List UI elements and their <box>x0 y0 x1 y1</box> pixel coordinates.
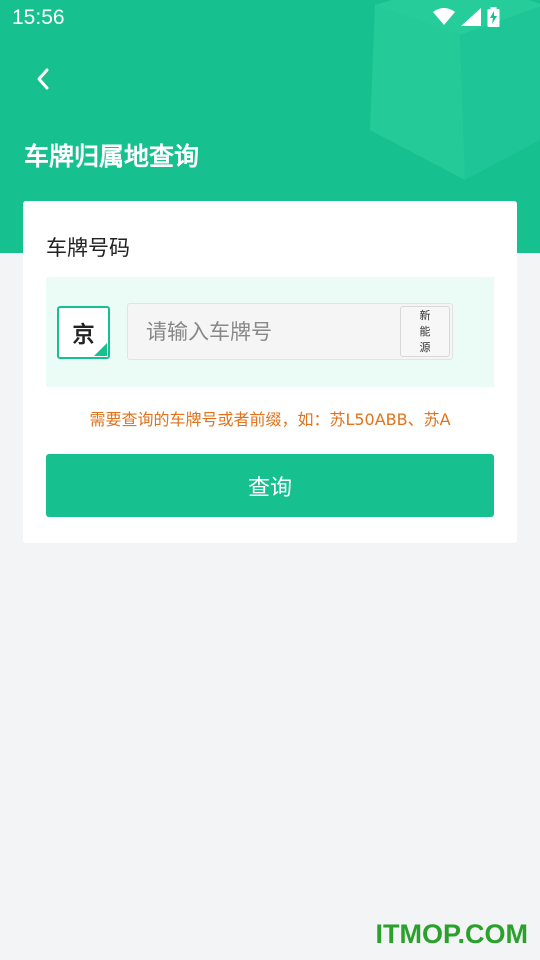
new-energy-char-2: 能 <box>419 324 431 338</box>
corner-triangle-icon <box>94 343 107 356</box>
plate-number-input[interactable] <box>128 304 398 359</box>
hint-text: 需要查询的车牌号或者前缀，如：苏L50ABB、苏A <box>89 410 451 429</box>
query-card: 车牌号码 京 新 能 源 需要查询的车牌号或者前缀，如：苏L50ABB、苏A 查… <box>23 201 517 543</box>
chevron-left-icon <box>37 68 49 90</box>
battery-charging-icon <box>487 7 500 27</box>
page-title: 车牌归属地查询 <box>24 142 200 171</box>
new-energy-char-3: 源 <box>419 340 431 354</box>
new-energy-char-1: 新 <box>419 308 431 322</box>
status-time: 15:56 <box>12 6 65 29</box>
plate-input-panel: 京 新 能 源 <box>46 277 494 387</box>
watermark: ITMOP.COM <box>375 919 528 949</box>
province-selector[interactable]: 京 <box>57 306 110 359</box>
query-button[interactable]: 查询 <box>46 454 494 517</box>
signal-icon <box>461 8 481 26</box>
status-bar: 15:56 <box>0 0 540 36</box>
plate-number-label: 车牌号码 <box>46 236 130 260</box>
plate-input-container: 新 能 源 <box>127 303 453 360</box>
back-button[interactable] <box>26 62 60 96</box>
new-energy-button[interactable]: 新 能 源 <box>400 306 450 357</box>
province-value: 京 <box>72 322 95 348</box>
status-icons <box>433 6 500 28</box>
wifi-icon <box>433 8 455 25</box>
